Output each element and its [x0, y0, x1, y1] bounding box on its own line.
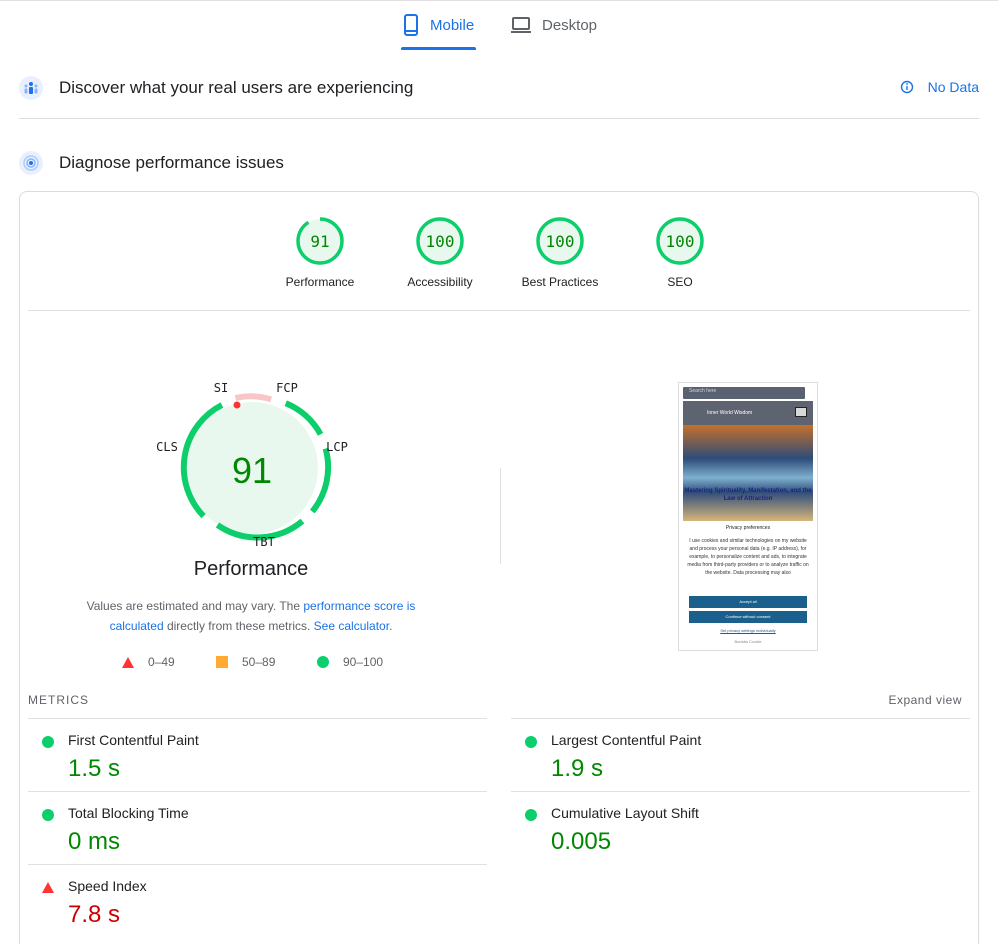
circle-icon: [317, 656, 329, 668]
si-segment-track: [234, 393, 272, 403]
svg-text:91: 91: [310, 232, 329, 251]
thumb-hero-title: Mastering Spirituality, Manifestation, a…: [684, 488, 812, 502]
triangle-icon: [122, 656, 134, 668]
legend-average: 50–89: [216, 654, 275, 670]
performance-note: Values are estimated and may vary. The p…: [61, 596, 441, 636]
metrics-heading: METRICS: [28, 693, 89, 707]
metric-cls: Cumulative Layout Shift 0.005: [511, 791, 970, 864]
legend-pass: 90–100: [317, 654, 383, 670]
square-icon: [216, 656, 228, 668]
metric-value: 0 ms: [68, 828, 121, 855]
no-data-label: No Data: [927, 79, 979, 95]
best-practices-score-ring: 100: [536, 217, 584, 265]
thumb-search-placeholder: Search here: [689, 388, 717, 394]
metric-lcp: Largest Contentful Paint 1.9 s: [511, 718, 970, 791]
gauge-best-practices[interactable]: 100 Best Practices: [500, 216, 620, 289]
svg-text:100: 100: [546, 232, 575, 251]
expand-view-toggle[interactable]: Expand view: [888, 693, 962, 707]
si-marker: [233, 401, 241, 409]
note-suffix: .: [389, 619, 393, 633]
thumb-continue-button: Continue without consent: [689, 611, 807, 623]
thumb-site-header: Inner World Wisdom: [683, 401, 813, 425]
gauge-accessibility[interactable]: 100 Accessibility: [380, 216, 500, 289]
section-divider: [19, 118, 979, 119]
pass-circle-icon: [42, 809, 54, 821]
metric-name: Speed Index: [68, 878, 147, 894]
thumb-footer: Borlabs Cookie: [734, 639, 762, 644]
seo-score-ring: 100: [656, 217, 704, 265]
lab-data-header: Diagnose performance issues: [19, 150, 979, 176]
gauge-label-cls: CLS: [156, 440, 178, 454]
field-data-header: Discover what your real users are experi…: [19, 75, 979, 101]
performance-score-ring: 91: [296, 217, 344, 265]
metric-name: Cumulative Layout Shift: [551, 805, 699, 821]
metric-value: 0.005: [551, 828, 612, 855]
metric-fcp: First Contentful Paint 1.5 s: [28, 718, 487, 791]
performance-title: Performance: [193, 558, 309, 580]
legend-pass-range: 90–100: [343, 655, 384, 669]
metric-value: 1.5 s: [68, 755, 121, 782]
laptop-icon: [511, 17, 531, 33]
fail-triangle-icon: [42, 882, 54, 893]
gauge-performance[interactable]: 91 Performance: [260, 216, 380, 289]
gauge-label-si: SI: [214, 382, 228, 395]
pass-circle-icon: [42, 736, 54, 748]
lab-data-title: Diagnose performance issues: [59, 153, 284, 172]
legend-fail-range: 0–49: [148, 655, 175, 669]
field-data-title: Discover what your real users are experi…: [59, 78, 414, 97]
lab-results-card: 91 Performance 100 Accessibility 100 Bes…: [19, 191, 979, 944]
performance-big-gauge: 91 SI FCP LCP TBT CLS: [156, 382, 348, 549]
note-prefix: Values are estimated and may vary. The: [86, 599, 304, 613]
gauge-label-lcp: LCP: [326, 440, 348, 454]
gauge-label-tbt: TBT: [253, 535, 275, 549]
vertical-divider: [500, 468, 501, 564]
see-calculator-link[interactable]: See calculator: [314, 619, 389, 633]
tab-mobile-label: Mobile: [430, 16, 475, 34]
gauge-seo[interactable]: 100 SEO: [620, 216, 740, 289]
gauge-label-fcp: FCP: [276, 382, 298, 395]
thumb-cookie-modal: Privacy preferences I use cookies and si…: [683, 521, 813, 650]
seo-label: SEO: [667, 275, 693, 289]
metric-name: Total Blocking Time: [68, 805, 189, 821]
card-divider: [28, 310, 970, 311]
thumb-settings-link: Set privacy settings individually: [720, 628, 776, 633]
metric-value: 1.9 s: [551, 755, 604, 782]
best-practices-label: Best Practices: [521, 275, 599, 289]
tab-mobile[interactable]: Mobile: [402, 0, 474, 50]
big-score: 91: [232, 450, 272, 491]
thumb-search-bar: Search here: [683, 387, 805, 399]
svg-text:100: 100: [666, 232, 695, 251]
performance-label: Performance: [285, 275, 355, 289]
metric-name: Largest Contentful Paint: [551, 732, 702, 748]
thumb-hero-image: [683, 425, 813, 521]
no-data-status[interactable]: No Data: [900, 79, 979, 95]
metric-speed-index: Speed Index 7.8 s: [28, 864, 487, 937]
tab-desktop-label: Desktop: [542, 16, 598, 34]
metric-tbt: Total Blocking Time 0 ms: [28, 791, 487, 864]
pass-circle-icon: [525, 736, 537, 748]
legend-average-range: 50–89: [242, 655, 276, 669]
users-icon: [19, 76, 43, 100]
info-icon: [900, 80, 913, 94]
thumb-accept-button: Accept all: [689, 596, 807, 608]
pass-circle-icon: [525, 809, 537, 821]
metric-name: First Contentful Paint: [68, 732, 199, 748]
legend-fail: 0–49: [122, 654, 175, 670]
metric-value: 7.8 s: [68, 901, 121, 928]
thumb-menu-icon: [795, 407, 807, 417]
thumb-modal-text: I use cookies and similar technologies o…: [687, 538, 809, 576]
tab-desktop[interactable]: Desktop: [510, 0, 597, 50]
device-tabs: Mobile Desktop: [0, 0, 998, 50]
active-tab-indicator: [401, 47, 476, 50]
accessibility-score-ring: 100: [416, 217, 464, 265]
lab-diagnostics-icon: [19, 151, 43, 175]
svg-text:100: 100: [426, 232, 455, 251]
note-middle: directly from these metrics.: [163, 619, 314, 633]
smartphone-icon: [404, 14, 418, 36]
page-screenshot-thumbnail[interactable]: Search here Inner World Wisdom Mastering…: [678, 382, 818, 651]
accessibility-label: Accessibility: [407, 275, 473, 289]
thumb-site-name: Inner World Wisdom: [707, 410, 753, 416]
